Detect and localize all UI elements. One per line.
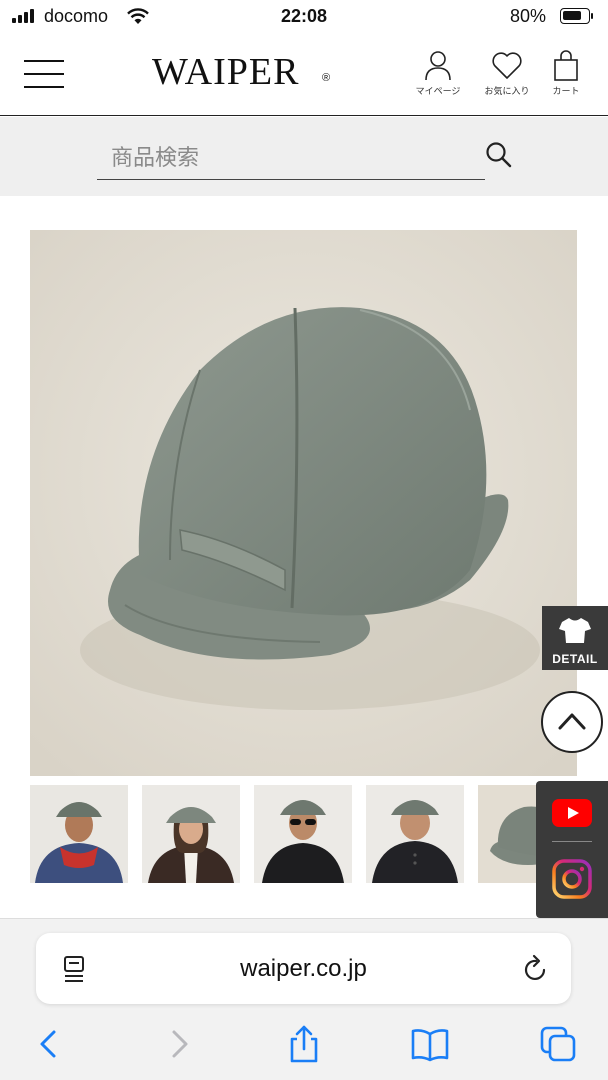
thumbnail-image [254,785,352,883]
social-divider [552,841,592,842]
url-text: waiper.co.jp [240,955,367,982]
detail-button[interactable]: DETAIL [542,606,608,670]
tshirt-icon [559,618,591,643]
forward-icon[interactable] [158,1024,198,1064]
address-bar[interactable]: waiper.co.jp [36,933,571,1004]
mypage-button[interactable]: マイページ [406,50,470,97]
search-icon[interactable] [484,140,514,170]
cart-button[interactable]: カート [534,50,598,97]
registered-mark: ® [322,72,331,84]
chevron-up-icon [558,713,586,730]
thumbnail-model-red-hoodie[interactable] [30,785,128,883]
thumbnail-image [30,785,128,883]
battery-percent: 80% [510,6,547,26]
search-bar [0,117,608,196]
detail-label: DETAIL [552,652,598,666]
battery-level [563,11,582,20]
fleece-cap-photo [30,230,577,776]
reload-icon[interactable] [522,953,550,983]
product-main-image[interactable] [30,230,577,776]
battery-icon [560,8,590,24]
battery-cap [591,13,593,19]
youtube-icon[interactable] [552,799,592,827]
user-icon [425,51,451,81]
thumbnail-model-sunglasses[interactable] [254,785,352,883]
search-input[interactable] [97,137,485,180]
hamburger-menu-icon[interactable] [24,60,64,88]
cart-label: カート [552,86,580,96]
social-links-panel [536,781,608,918]
cart-bag-icon [554,50,578,81]
heart-icon [492,52,522,79]
scroll-to-top-button[interactable] [541,691,603,753]
tabs-icon[interactable] [538,1024,578,1064]
thumbnail-image [366,785,464,883]
favorites-button[interactable]: お気に入り [475,50,539,97]
status-bar: docomo 22:08 80% [0,0,608,34]
mypage-label: マイページ [415,86,461,96]
site-header: WAIPER ® マイページ お気に入り カート [0,34,608,116]
thumbnail-model-black-henley[interactable] [366,785,464,883]
thumbnail-image [142,785,240,883]
site-logo[interactable]: WAIPER [152,50,299,94]
favorites-label: お気に入り [484,86,530,96]
bookmarks-icon[interactable] [410,1024,450,1064]
back-icon[interactable] [30,1024,70,1064]
instagram-icon[interactable] [552,859,592,899]
share-icon[interactable] [284,1024,324,1064]
thumbnail-model-woman-coat[interactable] [142,785,240,883]
